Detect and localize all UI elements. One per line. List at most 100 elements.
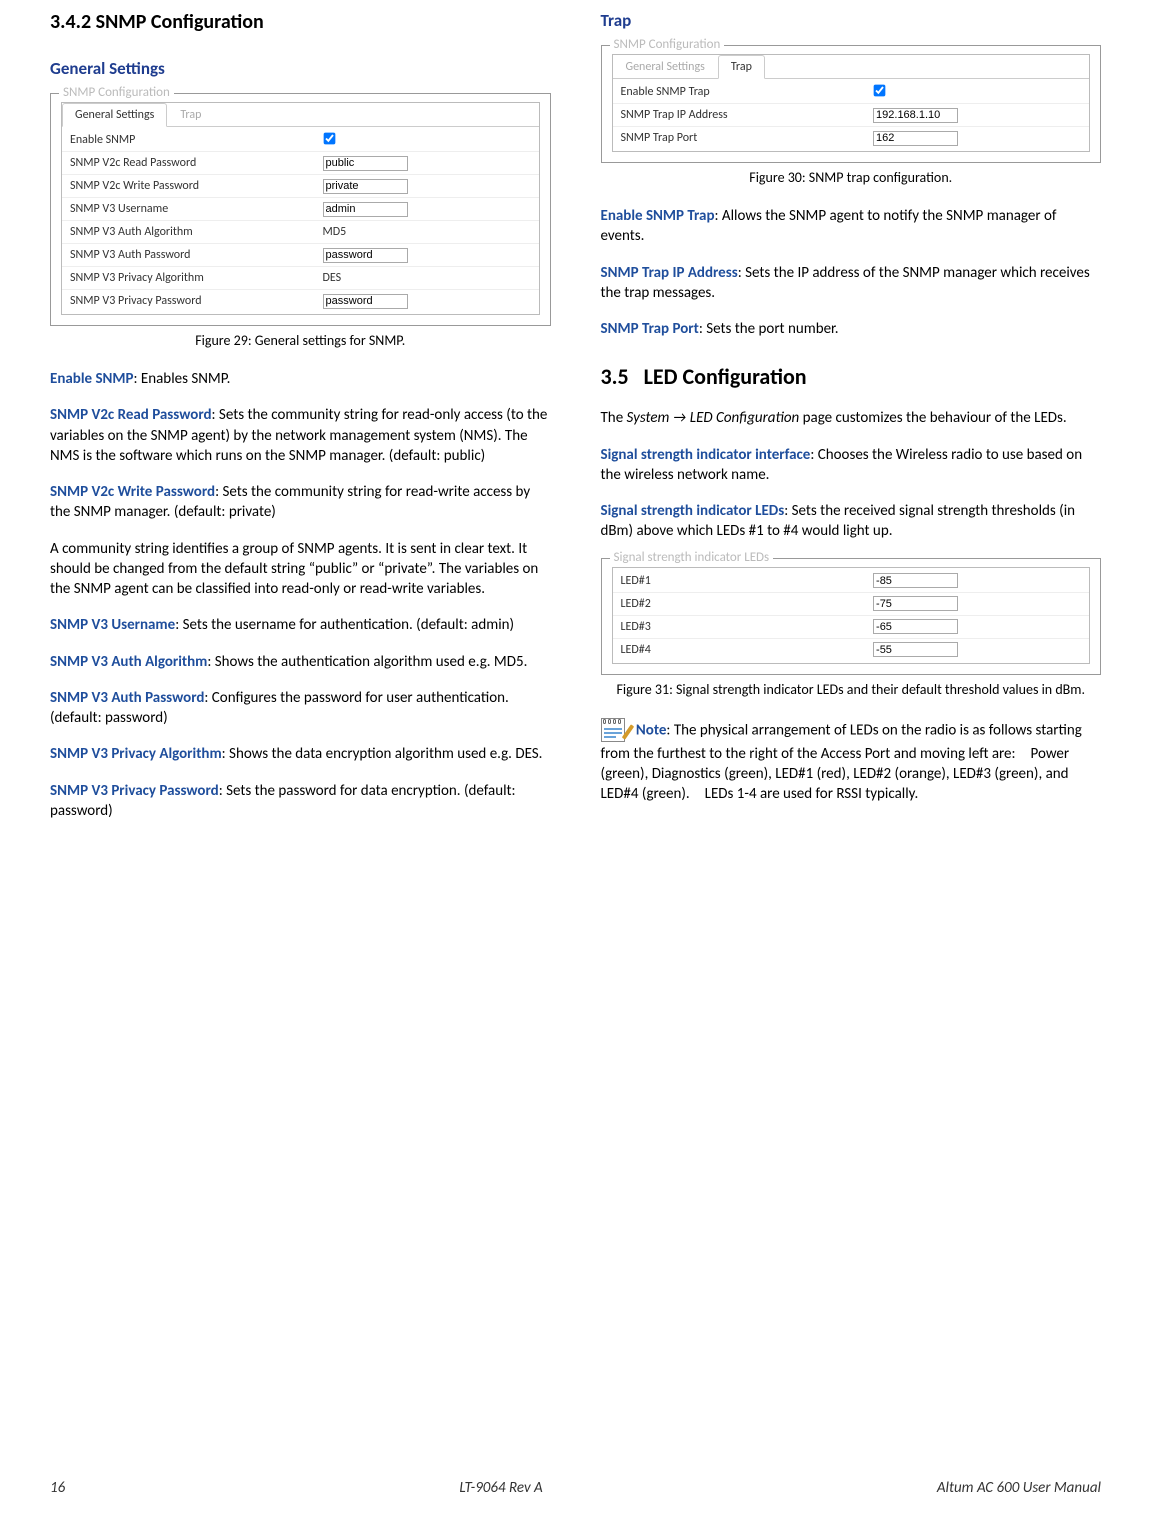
figure-29-caption: Figure 29: General settings for SNMP. [50, 332, 551, 349]
fig30-text-input[interactable] [873, 131, 958, 146]
fig30-text-input[interactable] [873, 108, 958, 123]
fig29-text-input[interactable] [323, 294, 408, 309]
fig29-row: SNMP V3 Auth Password [62, 244, 539, 267]
definition-paragraph: SNMP Trap Port: Sets the port number. [601, 319, 1102, 339]
fig29-row: SNMP V3 Privacy AlgorithmDES [62, 267, 539, 290]
tab-trap[interactable]: Trap [167, 103, 214, 126]
fig29-row-label: SNMP V3 Privacy Password [62, 290, 315, 312]
fig29-row-value [315, 246, 539, 265]
definition-paragraph: Signal strength indicator interface: Cho… [601, 445, 1102, 486]
section-heading-342: 3.4.2 SNMP Configuration [50, 10, 551, 34]
fig31-row-value [865, 594, 1089, 613]
definition-term: Signal strength indicator LEDs [601, 502, 785, 520]
footer-center: LT-9064 Rev A [459, 1479, 542, 1497]
definition-term: SNMP Trap IP Address [601, 264, 738, 282]
definition-text: : Enables SNMP. [134, 370, 231, 388]
definition-term: SNMP V3 Username [50, 616, 175, 634]
fig31-text-input[interactable] [873, 619, 958, 634]
tab-general-settings-2[interactable]: General Settings [613, 55, 718, 78]
figure-31-box: Signal strength indicator LEDs LED#1LED#… [601, 558, 1102, 675]
fig29-text-input[interactable] [323, 156, 408, 171]
fig30-row-label: SNMP Trap IP Address [613, 104, 866, 126]
fig29-row-value [315, 200, 539, 219]
fig30-row-value [865, 82, 1089, 103]
fig29-row-value: DES [315, 267, 539, 289]
figure-30-legend: SNMP Configuration [610, 37, 725, 52]
definition-term: Enable SNMP [50, 370, 134, 388]
note-paragraph: Note: The physical arrangement of LEDs o… [601, 718, 1102, 805]
fig29-row-label: SNMP V2c Write Password [62, 175, 315, 197]
section-heading-35: 3.5 LED Configuration [601, 363, 1102, 390]
fig29-row-value: MD5 [315, 221, 539, 243]
subheading-general-settings: General Settings [50, 58, 551, 79]
tab-trap-2[interactable]: Trap [718, 55, 765, 79]
fig30-row: SNMP Trap IP Address [613, 104, 1090, 127]
fig29-text-input[interactable] [323, 248, 408, 263]
fig29-row-label: SNMP V2c Read Password [62, 152, 315, 174]
fig31-row-label: LED#4 [613, 639, 866, 661]
fig31-row: LED#4 [613, 639, 1090, 661]
fig30-row: Enable SNMP Trap [613, 81, 1090, 104]
fig31-row-label: LED#1 [613, 570, 866, 592]
fig30-row-value [865, 106, 1089, 125]
fig29-row: SNMP V3 Privacy Password [62, 290, 539, 312]
figure-29-tabs: General Settings Trap [62, 103, 539, 127]
definition-paragraph: SNMP V3 Privacy Password: Sets the passw… [50, 781, 551, 822]
figure-29-box: SNMP Configuration General Settings Trap… [50, 93, 551, 326]
fig31-row: LED#1 [613, 570, 1090, 593]
tab-general-settings[interactable]: General Settings [62, 103, 167, 127]
fig31-row: LED#2 [613, 593, 1090, 616]
subheading-trap: Trap [601, 10, 1102, 31]
definition-term: SNMP V2c Read Password [50, 406, 212, 424]
definition-paragraph: SNMP V3 Auth Algorithm: Shows the authen… [50, 652, 551, 672]
definition-paragraph: SNMP V3 Username: Sets the username for … [50, 615, 551, 635]
fig29-row-value [315, 177, 539, 196]
definition-term: SNMP V3 Auth Algorithm [50, 653, 207, 671]
fig31-row-label: LED#2 [613, 593, 866, 615]
fig30-row-label: SNMP Trap Port [613, 127, 866, 149]
fig29-row-label: SNMP V3 Auth Password [62, 244, 315, 266]
figure-31-legend: Signal strength indicator LEDs [610, 550, 774, 565]
fig31-text-input[interactable] [873, 596, 958, 611]
fig29-checkbox[interactable] [323, 132, 335, 144]
definition-text: : Shows the authentication algorithm use… [207, 653, 527, 671]
fig29-row-label: SNMP V3 Auth Algorithm [62, 221, 315, 243]
fig30-checkbox[interactable] [874, 84, 886, 96]
definition-paragraph: SNMP V3 Privacy Algorithm: Shows the dat… [50, 744, 551, 764]
fig29-text-input[interactable] [323, 202, 408, 217]
fig30-row-label: Enable SNMP Trap [613, 81, 866, 103]
fig30-row-value [865, 129, 1089, 148]
definition-text: : Sets the username for authentication. … [175, 616, 514, 634]
footer-right: Altum AC 600 User Manual [937, 1479, 1101, 1497]
fig30-row: SNMP Trap Port [613, 127, 1090, 149]
fig29-row-label: Enable SNMP [62, 129, 315, 151]
fig29-row-label: SNMP V3 Username [62, 198, 315, 220]
page-footer: 16 LT-9064 Rev A Altum AC 600 User Manua… [50, 1459, 1101, 1497]
fig31-text-input[interactable] [873, 573, 958, 588]
fig29-row-value [315, 154, 539, 173]
fig31-row: LED#3 [613, 616, 1090, 639]
note-icon [601, 718, 629, 744]
fig31-row-value [865, 571, 1089, 590]
fig31-text-input[interactable] [873, 642, 958, 657]
section-35-intro: The System → LED Configuration page cust… [601, 408, 1102, 428]
fig29-row-value [315, 130, 539, 151]
figure-30-caption: Figure 30: SNMP trap configuration. [601, 169, 1102, 186]
fig31-row-label: LED#3 [613, 616, 866, 638]
fig29-row: SNMP V2c Read Password [62, 152, 539, 175]
definition-text: A community string identifies a group of… [50, 540, 538, 599]
fig29-text-input[interactable] [323, 179, 408, 194]
definition-paragraph: SNMP V2c Write Password: Sets the commun… [50, 482, 551, 523]
definition-term: SNMP Trap Port [601, 320, 699, 338]
figure-30-tabs: General Settings Trap [613, 55, 1090, 79]
definition-term: Enable SNMP Trap [601, 207, 715, 225]
definition-paragraph: Enable SNMP Trap: Allows the SNMP agent … [601, 206, 1102, 247]
definition-term: Signal strength indicator interface [601, 446, 811, 464]
definition-paragraph: SNMP V2c Read Password: Sets the communi… [50, 405, 551, 466]
definition-term: SNMP V3 Privacy Password [50, 782, 219, 800]
left-column: 3.4.2 SNMP Configuration General Setting… [50, 10, 551, 1459]
right-column: Trap SNMP Configuration General Settings… [601, 10, 1102, 1459]
definition-term: SNMP V2c Write Password [50, 483, 215, 501]
figure-31-caption: Figure 31: Signal strength indicator LED… [601, 681, 1102, 698]
fig29-row: SNMP V2c Write Password [62, 175, 539, 198]
